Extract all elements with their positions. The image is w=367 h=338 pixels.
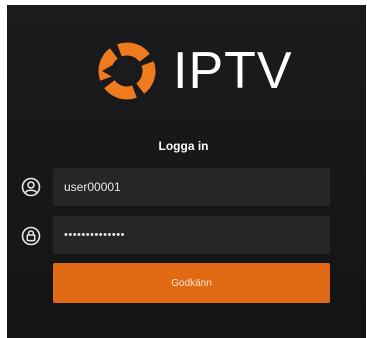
submit-button-label: Godkänn [171, 277, 212, 289]
submit-button[interactable]: Godkänn [53, 263, 330, 303]
page-title: Logga in [158, 139, 209, 153]
lock-icon [21, 226, 41, 246]
brand-name: IPTV [173, 42, 293, 100]
username-value: user00001 [64, 180, 121, 194]
password-field[interactable]: •••••••••••••• [53, 216, 330, 254]
user-icon [21, 177, 41, 197]
iptv-ring-logo-icon [98, 42, 156, 100]
username-field[interactable]: user00001 [53, 168, 330, 206]
password-value: •••••••••••••• [64, 229, 125, 241]
brand-logo: IPTV [95, 39, 293, 103]
